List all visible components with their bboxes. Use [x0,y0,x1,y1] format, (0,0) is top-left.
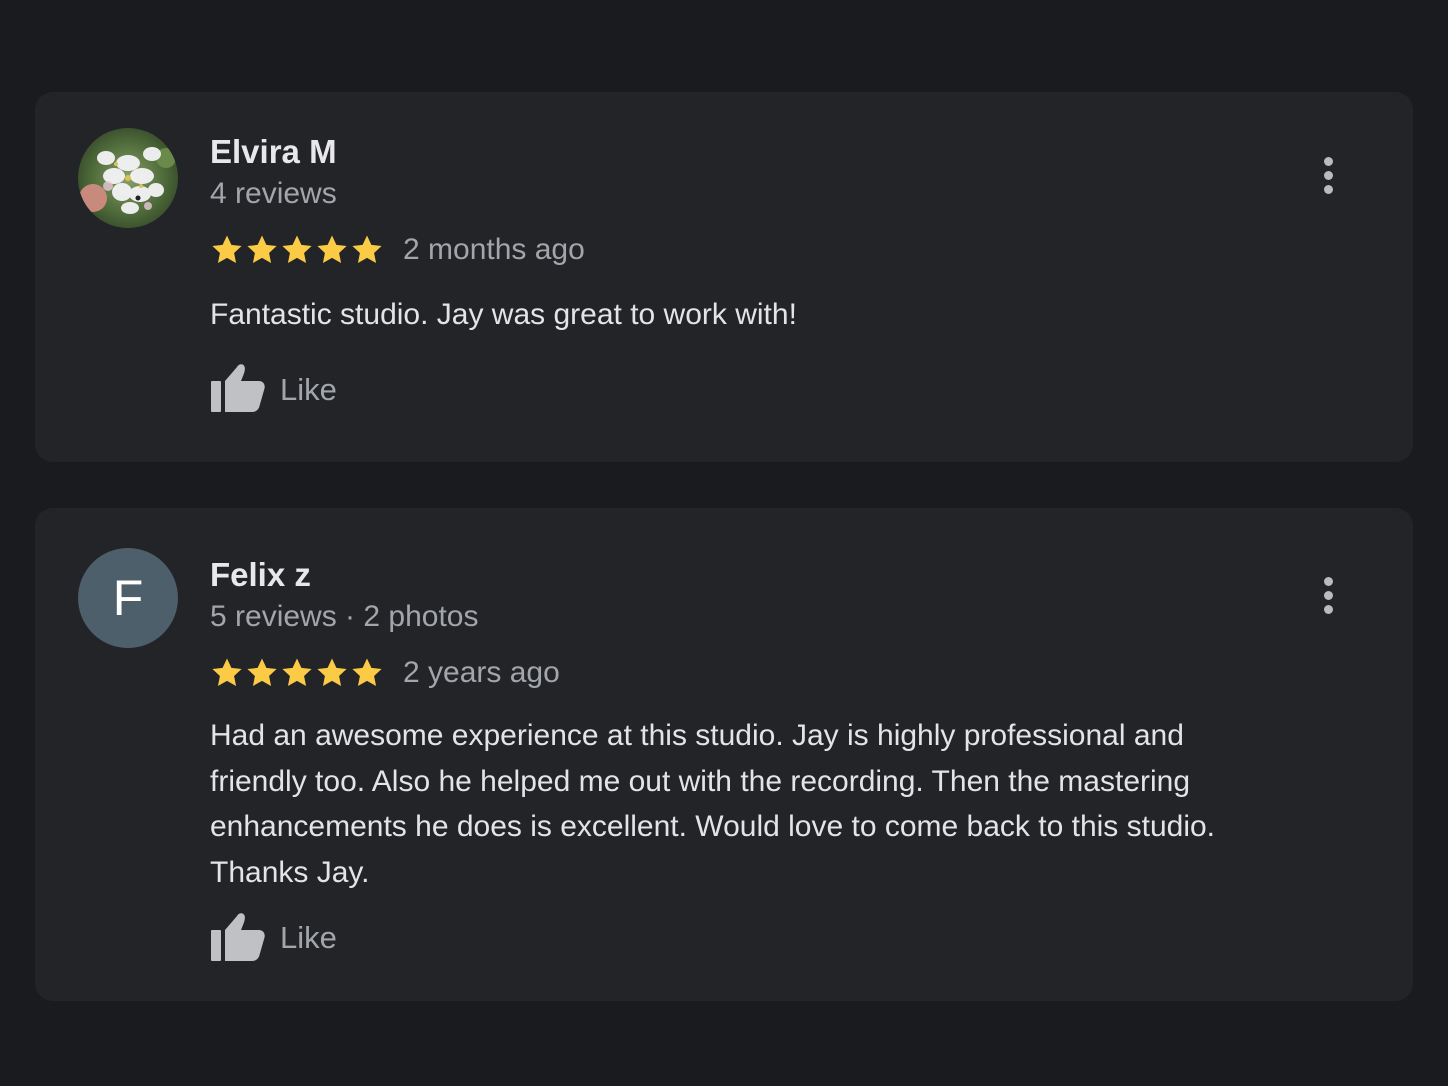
avatar-initial: F [112,570,144,626]
star-icon [350,656,384,690]
review-content: Elvira M 4 reviews 2 months ago Fantasti… [210,130,1283,418]
author-name[interactable]: Felix z [210,553,1283,597]
more-options-button[interactable] [1313,150,1343,200]
review-text: Fantastic studio. Jay was great to work … [210,298,797,331]
star-icon [245,656,279,690]
author-meta: 4 reviews [210,177,337,210]
star-icon [210,233,244,267]
review-card: F Felix z 5 reviews · 2 photos 2 years a… [35,508,1413,1001]
review-text: Had an awesome experience at this studio… [210,719,1216,889]
star-icon [210,656,244,690]
author-meta: 5 reviews · 2 photos [210,600,479,633]
thumbs-up-icon [210,361,266,418]
review-date: 2 months ago [403,233,585,266]
star-rating [210,233,384,267]
star-icon [280,233,314,267]
star-icon [280,656,314,690]
thumbs-up-icon [210,910,266,967]
like-button[interactable]: Like [210,910,350,966]
more-vert-icon [1323,576,1333,586]
avatar[interactable]: F [78,548,178,648]
star-rating [210,656,384,690]
like-label: Like [280,371,337,407]
reviews-page: Elvira M 4 reviews 2 months ago Fantasti… [0,0,1448,1086]
rating-row: 2 years ago [210,645,1283,701]
like-button[interactable]: Like [210,362,350,418]
star-icon [315,233,349,267]
more-options-button[interactable] [1313,570,1343,620]
avatar[interactable] [78,128,178,228]
star-icon [315,656,349,690]
more-vert-icon [1323,156,1333,166]
star-icon [350,233,384,267]
like-label: Like [280,920,337,955]
flower-photo [78,128,178,228]
review-date: 2 years ago [403,656,560,689]
review-card: Elvira M 4 reviews 2 months ago Fantasti… [35,92,1413,462]
author-name[interactable]: Elvira M [210,130,1283,174]
star-icon [245,233,279,267]
rating-row: 2 months ago [210,222,1283,278]
review-content: Felix z 5 reviews · 2 photos 2 years ago… [210,553,1283,966]
